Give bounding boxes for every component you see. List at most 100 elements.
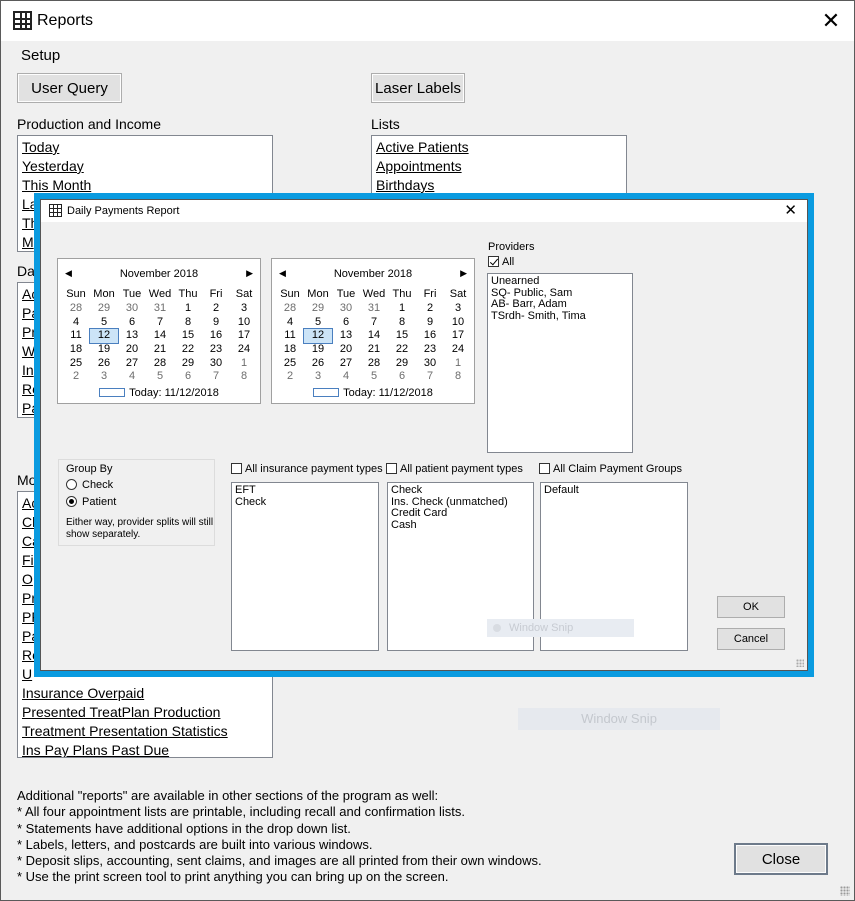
calendar-day[interactable]: 2	[276, 370, 304, 384]
calendar-day[interactable]: 3	[444, 302, 472, 316]
next-month-icon[interactable]: ▶	[246, 268, 253, 279]
all-insurance-checkbox[interactable]: All insurance payment types	[231, 463, 383, 475]
calendar-day[interactable]: 24	[444, 343, 472, 357]
calendar-day[interactable]: 17	[230, 329, 258, 343]
calendar-day[interactable]: 16	[416, 329, 444, 343]
close-icon[interactable]: ✕	[784, 201, 797, 219]
calendar-day[interactable]: 11	[276, 329, 304, 343]
calendar-day[interactable]: 4	[332, 370, 360, 384]
menu-setup[interactable]: Setup	[21, 47, 60, 64]
providers-list[interactable]: Unearned SQ- Public, Sam AB- Barr, Adam …	[487, 273, 633, 453]
calendar-day[interactable]: 4	[118, 370, 146, 384]
calendar-to[interactable]: ◀ November 2018 ▶ Sun Mon Tue Wed Thu Fr…	[271, 258, 475, 404]
calendar-day[interactable]: 17	[444, 329, 472, 343]
calendar-day[interactable]: 5	[360, 370, 388, 384]
close-button[interactable]: Close	[734, 843, 828, 875]
calendar-day[interactable]: 2	[202, 302, 230, 316]
calendar-day[interactable]: 4	[276, 316, 304, 330]
calendar-day[interactable]: 2	[62, 370, 90, 384]
resize-grip-icon[interactable]	[840, 886, 850, 896]
calendar-day[interactable]: 26	[304, 356, 332, 370]
calendar-day[interactable]: 23	[202, 343, 230, 357]
calendar-day[interactable]: 22	[174, 343, 202, 357]
calendar-day-selected[interactable]: 12	[303, 328, 333, 344]
calendar-day[interactable]: 5	[146, 370, 174, 384]
calendar-day[interactable]: 8	[230, 370, 258, 384]
calendar-day[interactable]: 29	[90, 302, 118, 316]
calendar-day[interactable]: 5	[304, 316, 332, 330]
list-item[interactable]: Check	[235, 496, 375, 509]
calendar-day[interactable]: 16	[202, 329, 230, 343]
calendar-day[interactable]: 1	[388, 302, 416, 316]
list-item[interactable]: EFT	[235, 484, 375, 497]
calendar-day[interactable]: 3	[90, 370, 118, 384]
calendar-day[interactable]: 8	[174, 316, 202, 330]
cancel-button[interactable]: Cancel	[717, 628, 785, 650]
calendar-day[interactable]: 6	[388, 370, 416, 384]
calendar-day[interactable]: 28	[62, 302, 90, 316]
list-item[interactable]: Check	[391, 484, 530, 497]
radio-icon[interactable]	[66, 479, 77, 490]
calendar-day[interactable]: 14	[360, 329, 388, 343]
calendar-day[interactable]: 25	[276, 356, 304, 370]
close-icon[interactable]: ✕	[814, 5, 848, 37]
calendar-day[interactable]: 29	[174, 356, 202, 370]
calendar-day[interactable]: 19	[304, 343, 332, 357]
calendar-day[interactable]: 14	[146, 329, 174, 343]
calendar-day[interactable]: 20	[332, 343, 360, 357]
calendar-day[interactable]: 27	[118, 356, 146, 370]
calendar-month[interactable]: November 2018	[272, 268, 474, 280]
calendar-day[interactable]: 30	[416, 356, 444, 370]
calendar-day[interactable]: 6	[332, 316, 360, 330]
checkbox-icon[interactable]	[539, 463, 550, 474]
calendar-day[interactable]: 29	[388, 356, 416, 370]
calendar-day[interactable]: 28	[360, 356, 388, 370]
calendar-day[interactable]: 8	[388, 316, 416, 330]
checkbox-icon[interactable]	[386, 463, 397, 474]
calendar-day[interactable]: 28	[276, 302, 304, 316]
calendar-day[interactable]: 7	[202, 370, 230, 384]
calendar-day[interactable]: 1	[444, 356, 472, 370]
today-link[interactable]: Today: 11/12/2018	[272, 387, 474, 399]
link-active-patients[interactable]: Active Patients	[372, 138, 626, 157]
today-link[interactable]: Today: 11/12/2018	[58, 387, 260, 399]
all-claim-groups-checkbox[interactable]: All Claim Payment Groups	[539, 463, 682, 475]
calendar-day[interactable]: 13	[332, 329, 360, 343]
calendar-day[interactable]: 6	[174, 370, 202, 384]
calendar-day[interactable]: 31	[360, 302, 388, 316]
list-item[interactable]: Default	[544, 484, 684, 497]
calendar-day[interactable]: 18	[62, 343, 90, 357]
calendar-day[interactable]: 18	[276, 343, 304, 357]
calendar-day[interactable]: 8	[444, 370, 472, 384]
checkbox-icon[interactable]	[231, 463, 242, 474]
calendar-day[interactable]: 23	[416, 343, 444, 357]
calendar-month[interactable]: November 2018	[58, 268, 260, 280]
link-ins-pay-plans-past-due[interactable]: Ins Pay Plans Past Due	[18, 741, 272, 757]
calendar-day[interactable]: 10	[230, 316, 258, 330]
list-item[interactable]: TSrdh- Smith, Tima	[491, 310, 629, 323]
laser-labels-button[interactable]: Laser Labels	[371, 73, 465, 103]
link-today[interactable]: Today	[18, 138, 272, 157]
list-item[interactable]: Cash	[391, 519, 530, 532]
group-by-check-radio[interactable]: Check	[66, 479, 113, 491]
calendar-day[interactable]: 10	[444, 316, 472, 330]
calendar-day[interactable]: 21	[360, 343, 388, 357]
calendar-day[interactable]: 24	[230, 343, 258, 357]
calendar-day[interactable]: 13	[118, 329, 146, 343]
calendar-day[interactable]: 15	[388, 329, 416, 343]
calendar-day[interactable]: 7	[360, 316, 388, 330]
calendar-day[interactable]: 25	[62, 356, 90, 370]
all-patient-checkbox[interactable]: All patient payment types	[386, 463, 523, 475]
calendar-from[interactable]: ◀ November 2018 ▶ Sun Mon Tue Wed Thu Fr…	[57, 258, 261, 404]
calendar-day[interactable]: 20	[118, 343, 146, 357]
calendar-day[interactable]: 9	[202, 316, 230, 330]
insurance-types-list[interactable]: EFT Check	[231, 482, 379, 651]
calendar-day[interactable]: 3	[304, 370, 332, 384]
calendar-day[interactable]: 5	[90, 316, 118, 330]
calendar-day-selected[interactable]: 12	[89, 328, 119, 344]
providers-all-checkbox[interactable]: All	[488, 256, 514, 268]
user-query-button[interactable]: User Query	[17, 73, 122, 103]
calendar-day[interactable]: 15	[174, 329, 202, 343]
calendar-day[interactable]: 11	[62, 329, 90, 343]
calendar-day[interactable]: 1	[230, 356, 258, 370]
